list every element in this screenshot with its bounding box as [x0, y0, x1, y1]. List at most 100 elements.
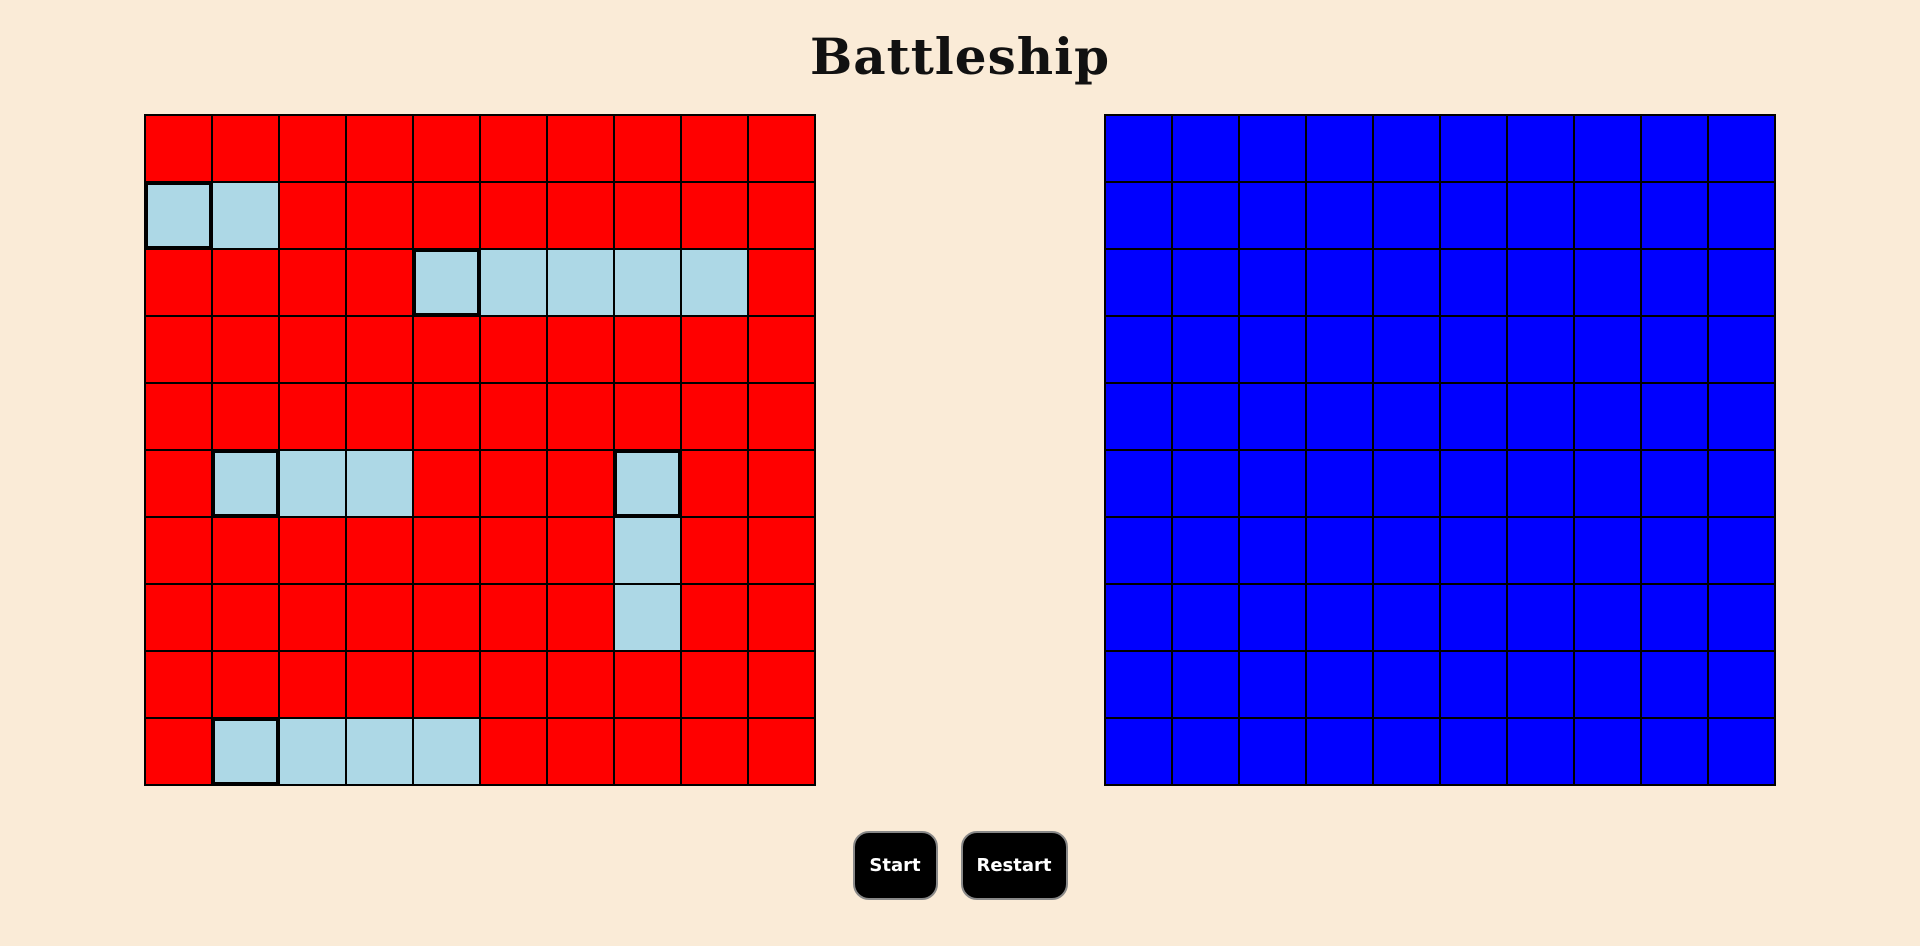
- computer-cell[interactable]: [1306, 316, 1373, 383]
- computer-cell[interactable]: [1708, 182, 1775, 249]
- computer-cell[interactable]: [1440, 249, 1507, 316]
- computer-cell[interactable]: [1172, 517, 1239, 584]
- computer-cell[interactable]: [1574, 316, 1641, 383]
- computer-cell[interactable]: [1373, 383, 1440, 450]
- computer-cell[interactable]: [1641, 718, 1708, 785]
- computer-cell[interactable]: [1105, 383, 1172, 450]
- computer-cell[interactable]: [1507, 517, 1574, 584]
- computer-cell[interactable]: [1440, 316, 1507, 383]
- computer-cell[interactable]: [1239, 584, 1306, 651]
- computer-cell[interactable]: [1708, 450, 1775, 517]
- computer-cell[interactable]: [1239, 182, 1306, 249]
- computer-cell[interactable]: [1172, 249, 1239, 316]
- computer-cell[interactable]: [1105, 316, 1172, 383]
- computer-cell[interactable]: [1172, 450, 1239, 517]
- start-button[interactable]: Start: [852, 831, 938, 900]
- computer-cell[interactable]: [1574, 383, 1641, 450]
- computer-cell[interactable]: [1507, 115, 1574, 182]
- computer-cell[interactable]: [1172, 651, 1239, 718]
- computer-cell[interactable]: [1708, 517, 1775, 584]
- computer-cell[interactable]: [1507, 718, 1574, 785]
- computer-cell[interactable]: [1105, 517, 1172, 584]
- computer-cell[interactable]: [1574, 450, 1641, 517]
- restart-button[interactable]: Restart: [960, 831, 1068, 900]
- computer-cell[interactable]: [1507, 383, 1574, 450]
- computer-cell[interactable]: [1105, 450, 1172, 517]
- computer-cell[interactable]: [1239, 383, 1306, 450]
- computer-cell[interactable]: [1373, 584, 1440, 651]
- computer-cell[interactable]: [1440, 651, 1507, 718]
- computer-cell[interactable]: [1239, 450, 1306, 517]
- computer-cell[interactable]: [1172, 115, 1239, 182]
- computer-cell[interactable]: [1306, 584, 1373, 651]
- computer-cell[interactable]: [1708, 584, 1775, 651]
- computer-cell[interactable]: [1641, 249, 1708, 316]
- computer-cell[interactable]: [1440, 182, 1507, 249]
- computer-cell[interactable]: [1373, 249, 1440, 316]
- computer-cell[interactable]: [1239, 718, 1306, 785]
- computer-cell[interactable]: [1641, 651, 1708, 718]
- computer-cell[interactable]: [1172, 584, 1239, 651]
- computer-cell[interactable]: [1373, 316, 1440, 383]
- computer-cell[interactable]: [1306, 651, 1373, 718]
- computer-cell[interactable]: [1574, 182, 1641, 249]
- computer-cell[interactable]: [1641, 517, 1708, 584]
- computer-cell[interactable]: [1507, 450, 1574, 517]
- computer-cell[interactable]: [1574, 115, 1641, 182]
- computer-cell[interactable]: [1641, 450, 1708, 517]
- computer-cell[interactable]: [1373, 182, 1440, 249]
- computer-cell[interactable]: [1306, 182, 1373, 249]
- computer-cell[interactable]: [1105, 584, 1172, 651]
- computer-cell[interactable]: [1306, 249, 1373, 316]
- computer-cell[interactable]: [1306, 383, 1373, 450]
- computer-cell[interactable]: [1440, 584, 1507, 651]
- computer-cell[interactable]: [1641, 316, 1708, 383]
- computer-cell[interactable]: [1574, 249, 1641, 316]
- computer-cell[interactable]: [1507, 584, 1574, 651]
- computer-cell[interactable]: [1708, 249, 1775, 316]
- computer-cell[interactable]: [1574, 517, 1641, 584]
- computer-cell[interactable]: [1574, 718, 1641, 785]
- computer-cell[interactable]: [1641, 115, 1708, 182]
- computer-cell[interactable]: [1708, 651, 1775, 718]
- computer-cell[interactable]: [1440, 383, 1507, 450]
- computer-cell[interactable]: [1507, 249, 1574, 316]
- computer-cell[interactable]: [1574, 651, 1641, 718]
- computer-cell[interactable]: [1105, 651, 1172, 718]
- computer-cell[interactable]: [1507, 182, 1574, 249]
- computer-cell[interactable]: [1708, 316, 1775, 383]
- computer-cell[interactable]: [1306, 517, 1373, 584]
- computer-cell[interactable]: [1239, 115, 1306, 182]
- computer-cell[interactable]: [1373, 450, 1440, 517]
- computer-cell[interactable]: [1708, 383, 1775, 450]
- computer-cell[interactable]: [1373, 517, 1440, 584]
- computer-cell[interactable]: [1641, 182, 1708, 249]
- computer-cell[interactable]: [1172, 718, 1239, 785]
- computer-cell[interactable]: [1373, 718, 1440, 785]
- computer-cell[interactable]: [1239, 651, 1306, 718]
- computer-cell[interactable]: [1708, 115, 1775, 182]
- computer-cell[interactable]: [1507, 651, 1574, 718]
- computer-cell[interactable]: [1373, 651, 1440, 718]
- computer-cell[interactable]: [1440, 450, 1507, 517]
- computer-cell[interactable]: [1172, 316, 1239, 383]
- computer-cell[interactable]: [1440, 115, 1507, 182]
- computer-cell[interactable]: [1641, 584, 1708, 651]
- computer-cell[interactable]: [1239, 316, 1306, 383]
- computer-cell[interactable]: [1440, 718, 1507, 785]
- computer-cell[interactable]: [1641, 383, 1708, 450]
- computer-cell[interactable]: [1306, 718, 1373, 785]
- computer-cell[interactable]: [1507, 316, 1574, 383]
- computer-cell[interactable]: [1172, 182, 1239, 249]
- computer-cell[interactable]: [1306, 115, 1373, 182]
- computer-cell[interactable]: [1440, 517, 1507, 584]
- computer-cell[interactable]: [1574, 584, 1641, 651]
- computer-cell[interactable]: [1105, 249, 1172, 316]
- computer-cell[interactable]: [1105, 115, 1172, 182]
- computer-cell[interactable]: [1373, 115, 1440, 182]
- computer-cell[interactable]: [1172, 383, 1239, 450]
- computer-cell[interactable]: [1239, 249, 1306, 316]
- computer-cell[interactable]: [1239, 517, 1306, 584]
- computer-cell[interactable]: [1306, 450, 1373, 517]
- computer-cell[interactable]: [1105, 718, 1172, 785]
